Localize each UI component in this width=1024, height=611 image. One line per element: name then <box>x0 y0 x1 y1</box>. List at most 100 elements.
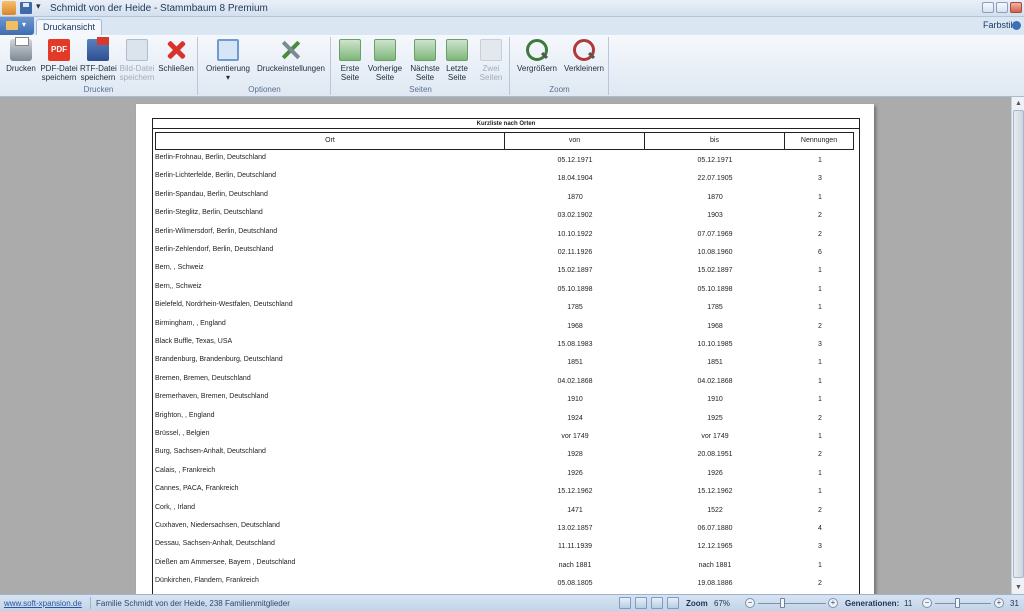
cell-bis: 1903 <box>707 212 723 220</box>
cell-ort: Berlin-Wilmersdorf, Berlin, Deutschland <box>155 227 278 235</box>
table-row: Bremerhaven, Bremen, Deutschland 1910 1910… <box>153 391 861 409</box>
save-rtf-button[interactable]: RTF-Datei speichern <box>80 37 117 82</box>
page-orientation-icon <box>217 39 239 61</box>
cell-nennungen: 2 <box>818 212 822 220</box>
cell-ort: Cuxhaven, Niedersachsen, Deutschland <box>155 522 280 529</box>
table-row: Dießen am Ammersee, Bayern , Deutschland… <box>153 557 861 575</box>
table-row: Bern,, Schweiz 05.10.1898 05.10.1898 1 <box>153 281 861 299</box>
cell-ort: Bern,, Schweiz <box>155 282 202 290</box>
app-icon[interactable] <box>2 1 16 15</box>
print-settings-button[interactable]: Druckeinstellungen <box>253 39 329 73</box>
generations-slider-track[interactable] <box>935 603 991 604</box>
cell-ort: Bremen, Bremen, Deutschland <box>155 374 251 382</box>
zoom-slider-knob[interactable] <box>780 598 785 608</box>
previous-page-button[interactable]: Vorherige Seite <box>366 39 404 82</box>
scrollbar-thumb[interactable] <box>1013 110 1024 578</box>
report-title: Kurzliste nach Orten <box>153 119 859 129</box>
application-menu-button[interactable] <box>0 17 34 35</box>
color-style-menu[interactable]: Farbstil <box>983 20 1013 30</box>
generations-slider-knob[interactable] <box>955 598 960 608</box>
zoom-in-icon <box>526 39 548 61</box>
cell-nennungen: 1 <box>818 267 822 275</box>
scroll-up-icon[interactable]: ▲ <box>1013 98 1024 109</box>
cell-ort: Berlin-Zehlendorf, Berlin, Deutschland <box>155 246 274 253</box>
next-page-button[interactable]: Nächste Seite <box>408 39 442 82</box>
zoom-in-button[interactable]: Vergrößern <box>513 39 561 73</box>
ribbon: Drucken PDF PDF-Datei speichern RTF-Date… <box>0 35 1024 97</box>
save-pdf-button[interactable]: PDF PDF-Datei speichern <box>40 39 78 82</box>
cell-ort: Brighton, , England <box>155 411 215 419</box>
fit-width-view-icon[interactable] <box>667 597 679 609</box>
cell-nennungen: 2 <box>818 506 822 514</box>
cell-nennungen: 6 <box>818 249 822 256</box>
multi-page-view-icon[interactable] <box>651 597 663 609</box>
first-page-button[interactable]: Erste Seite <box>336 39 364 82</box>
close-icon <box>165 39 187 61</box>
generations-plus-icon[interactable]: + <box>994 598 1004 608</box>
cell-bis: nach 1881 <box>698 561 732 569</box>
single-page-view-icon[interactable] <box>619 597 631 609</box>
table-row: Dünkirchen, Flandern, Frankreich 05.08.18… <box>153 575 861 593</box>
zoom-minus-icon[interactable]: − <box>745 598 755 608</box>
scroll-down-icon[interactable]: ▼ <box>1013 582 1024 593</box>
cell-bis: 06.07.1880 <box>697 525 733 532</box>
cell-von: 1851 <box>567 359 583 367</box>
cell-nennungen: 1 <box>818 433 822 440</box>
pdf-icon: PDF <box>48 39 70 61</box>
table-row: Brandenburg, Brandenburg, Deutschland 185… <box>153 354 861 372</box>
zoom-plus-icon[interactable]: + <box>828 598 838 608</box>
close-window-button[interactable] <box>1010 2 1022 13</box>
two-page-view-icon[interactable] <box>635 597 647 609</box>
group-label-drucken: Drucken <box>83 85 114 94</box>
cell-nennungen: 1 <box>818 304 822 312</box>
cell-nennungen: 2 <box>818 451 822 459</box>
generations-value: 11 <box>904 599 913 608</box>
save-image-button[interactable]: Bild-Datei speichern <box>118 39 156 82</box>
zoom-out-button[interactable]: Verkleinern <box>561 39 607 73</box>
cell-bis: 22.07.1905 <box>697 175 733 183</box>
help-icon[interactable] <box>1012 21 1021 30</box>
cell-von: 04.02.1868 <box>557 377 593 385</box>
tab-druckansicht[interactable]: Druckansicht <box>36 19 102 36</box>
table-row: Bielefeld, Nordrhein-Westfalen, Deutschl… <box>153 299 861 317</box>
zoom-out-icon <box>573 39 595 61</box>
cell-bis: 1926 <box>707 469 723 477</box>
cell-von: 05.10.1898 <box>557 285 593 293</box>
cell-nennungen: 3 <box>818 543 822 551</box>
cell-bis: 10.10.1985 <box>697 341 733 348</box>
cell-bis: 15.12.1962 <box>697 488 733 496</box>
quick-access-dropdown-icon[interactable]: ▾ <box>36 1 41 12</box>
last-page-button[interactable]: Letzte Seite <box>442 39 472 82</box>
cell-von: 15.02.1897 <box>557 267 593 275</box>
orientation-button[interactable]: Orientierung ▾ <box>203 39 253 82</box>
two-pages-button[interactable]: Zwei Seiten <box>476 39 506 82</box>
table-row: Berlin-Frohnau, Berlin, Deutschland 05.12… <box>153 152 861 170</box>
cell-ort: Bielefeld, Nordrhein-Westfalen, Deutschl… <box>155 301 293 309</box>
maximize-button[interactable] <box>996 2 1008 13</box>
print-button[interactable]: Drucken <box>6 37 36 73</box>
close-preview-button[interactable]: Schließen <box>158 39 194 73</box>
save-icon[interactable] <box>20 2 32 14</box>
vertical-scrollbar[interactable]: ▲ ▼ <box>1011 97 1024 594</box>
cell-ort: Cork, , Irland <box>155 503 196 511</box>
cell-von: 1926 <box>567 469 583 477</box>
preview-area[interactable]: Kurzliste nach Orten Ort von bis Nennung… <box>0 97 1011 594</box>
generations-minus-icon[interactable]: − <box>922 598 932 608</box>
zoom-slider-track[interactable] <box>758 603 826 604</box>
cell-ort: Berlin-Lichterfelde, Berlin, Deutschland <box>155 172 277 180</box>
cell-nennungen: 2 <box>818 580 822 588</box>
website-link[interactable]: www.soft-xpansion.de <box>4 599 82 608</box>
cell-bis: 1870 <box>707 193 723 201</box>
cell-ort: Berlin-Steglitz, Berlin, Deutschland <box>155 209 263 217</box>
ribbon-tabs: Druckansicht Farbstil <box>0 17 1024 36</box>
cell-von: 11.11.1939 <box>558 543 592 551</box>
cell-bis: vor 1749 <box>701 433 729 440</box>
table-row: Brighton, , England 1924 1925 2 <box>153 410 861 428</box>
minimize-button[interactable] <box>982 2 994 13</box>
last-page-icon <box>446 39 468 61</box>
cell-bis: 04.02.1868 <box>697 377 733 385</box>
cell-ort: Dünkirchen, Flandern, Frankreich <box>155 577 259 585</box>
cell-ort: Burg, Sachsen-Anhalt, Deutschland <box>155 448 266 456</box>
table-row: Cuxhaven, Niedersachsen, Deutschland 13.0… <box>153 520 861 538</box>
cell-bis: 12.12.1965 <box>697 543 733 551</box>
